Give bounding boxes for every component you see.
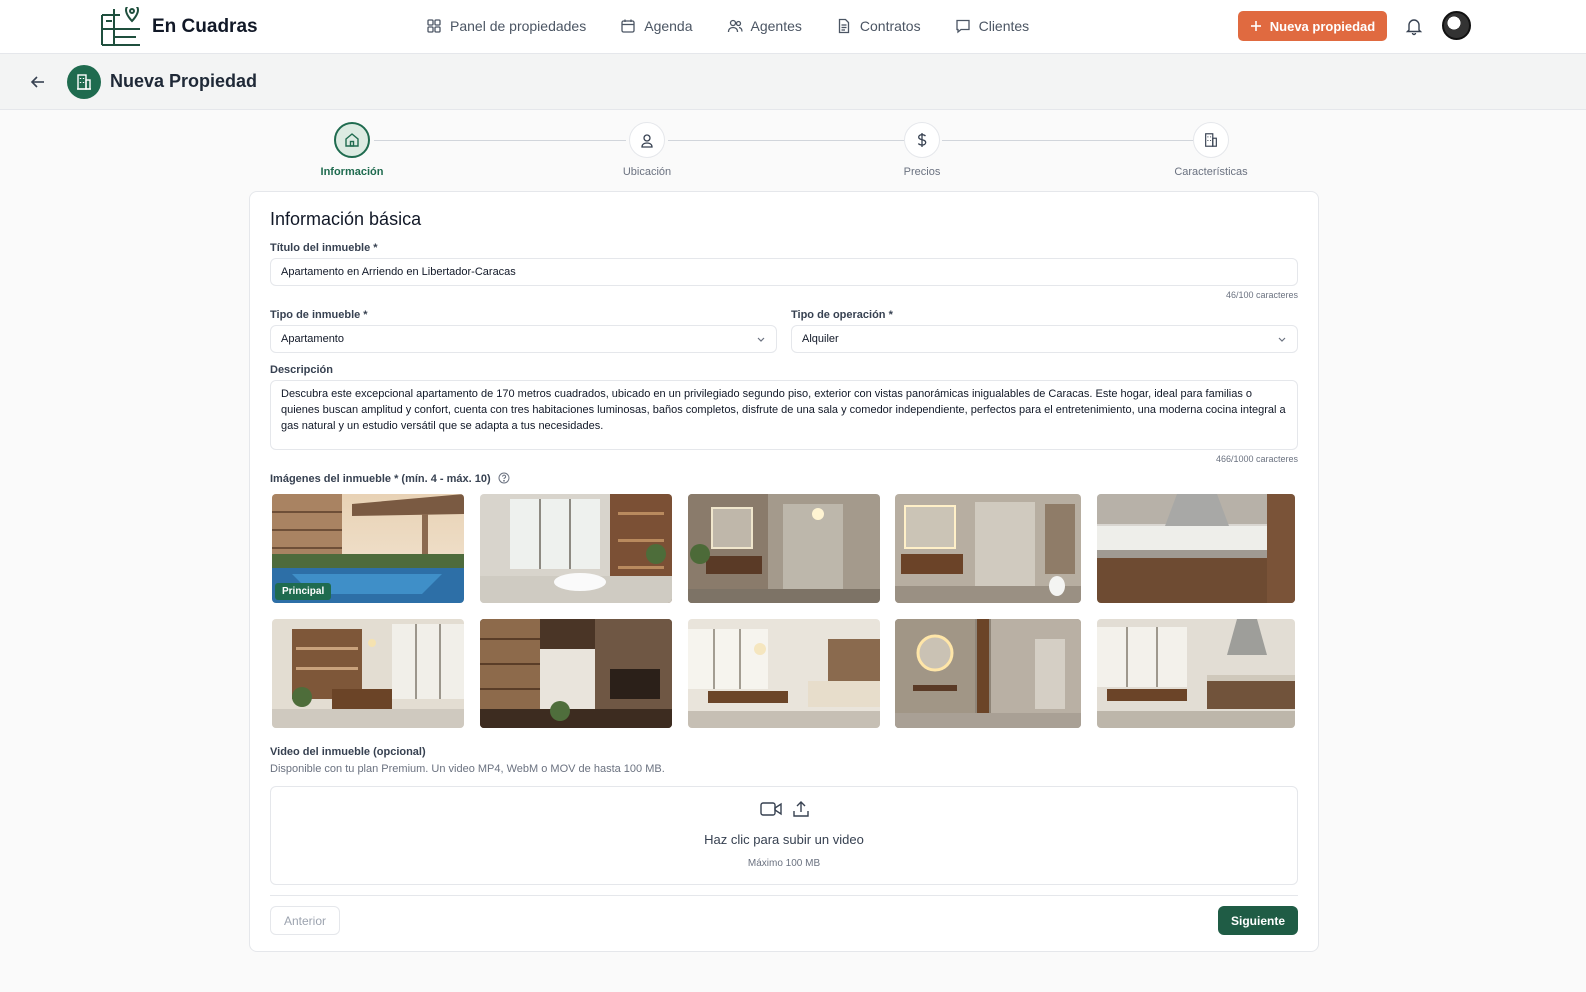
help-circle-icon[interactable] [498,472,510,484]
kitchen-image [1097,494,1295,603]
avatar[interactable] [1442,11,1471,40]
users-icon [727,19,743,33]
property-image[interactable] [895,619,1081,728]
step-label: Ubicación [622,166,672,178]
hallway-mirror-image [895,619,1081,728]
property-image[interactable] [1097,619,1295,728]
operation-type-select[interactable]: Alquiler [791,325,1298,353]
property-type-label: Tipo de inmueble * [270,309,368,321]
property-image[interactable] [480,619,672,728]
new-property-button[interactable]: Nueva propiedad [1238,11,1387,41]
page-title: Nueva Propiedad [110,71,258,91]
study-office-image [272,619,464,728]
title-label: Título del inmueble * [270,242,378,254]
step-circle [904,122,940,158]
living-entrance-image [480,619,672,728]
calendar-icon [621,19,635,33]
property-image[interactable] [688,494,880,603]
kitchen-dining-image [1097,619,1295,728]
chevron-down-icon [757,337,765,342]
step-label: Precios [903,166,941,178]
step-circle [629,122,665,158]
form-stepper: Información Ubicación Precios Caracterís… [250,122,1318,182]
step-label: Información [320,166,384,178]
brand-name: En Cuadras [152,16,258,37]
nav-item-label: Agentes [750,18,802,34]
chat-icon [955,19,970,34]
nav-item-clientes[interactable]: Clientes [955,14,1030,38]
chevron-down-icon [1278,337,1286,342]
bell-icon[interactable] [1404,16,1424,36]
step-label: Características [1174,166,1248,178]
step-caracteristicas[interactable]: Características [1141,122,1281,178]
title-input-value: Apartamento en Arriendo en Libertador-Ca… [281,266,516,278]
property-image[interactable] [272,619,464,728]
operation-type-value: Alquiler [802,333,839,345]
description-counter: 466/1000 caracteres [1215,454,1298,464]
arrow-left-icon[interactable] [28,72,48,92]
brand[interactable]: En Cuadras [100,6,258,48]
property-image[interactable] [895,494,1081,603]
title-counter: 46/100 caracteres [1225,290,1298,300]
map-grid-logo-icon [101,7,140,46]
dollar-icon [917,133,927,147]
bedroom-dining-image [688,619,880,728]
property-image[interactable] [1097,494,1295,603]
video-description: Disponible con tu plan Premium. Un video… [270,763,665,775]
step-circle [334,122,370,158]
property-header-badge [67,65,101,99]
upload-icon [793,801,809,817]
description-label: Descripción [270,364,333,376]
step-precios[interactable]: Precios [852,122,992,178]
nav-item-panel[interactable]: Panel de propiedades [426,14,586,38]
new-property-label: Nueva propiedad [1269,18,1376,34]
images-label-text: Imágenes del inmueble * (mín. 4 - máx. 1… [270,473,491,485]
dropzone-title: Haz clic para subir un video [704,832,864,847]
section-title: Información básica [270,209,422,229]
top-navbar: En Cuadras Panel de propiedades Agenda A… [0,0,1586,54]
dropzone-icons [760,800,810,818]
property-type-select[interactable]: Apartamento [270,325,777,353]
nav-item-label: Contratos [859,18,921,34]
plus-icon [1250,21,1261,31]
next-button[interactable]: Siguiente [1218,906,1298,935]
step-ubicacion[interactable]: Ubicación [577,122,717,178]
step-circle [1193,122,1229,158]
video-camera-icon [760,802,782,816]
images-label: Imágenes del inmueble * (mín. 4 - máx. 1… [270,472,510,485]
nav-item-contratos[interactable]: Contratos [836,14,921,38]
operation-type-label: Tipo de operación * [791,309,893,321]
building-icon [1205,133,1217,147]
dropzone-subtitle: Máximo 100 MB [747,858,821,869]
main-nav: Panel de propiedades Agenda Agentes Cont… [426,14,1063,38]
principal-badge: Principal [275,583,332,600]
document-icon [838,18,850,34]
title-input[interactable]: Apartamento en Arriendo en Libertador-Ca… [270,258,1298,286]
footer-divider [270,895,1298,896]
nav-item-label: Agenda [644,18,693,34]
nav-item-agenda[interactable]: Agenda [620,14,693,38]
nav-item-label: Panel de propiedades [450,18,587,34]
building-icon [77,74,91,90]
bathroom-tub-image [480,494,672,603]
video-label: Video del inmueble (opcional) [270,746,426,758]
basic-info-card: Información básica Título del inmueble *… [249,191,1319,952]
property-image[interactable] [688,619,880,728]
property-type-value: Apartamento [281,333,344,345]
step-informacion[interactable]: Información [282,122,422,178]
location-pin-icon [641,134,653,148]
property-image[interactable] [480,494,672,603]
page-header: Nueva Propiedad [0,54,1586,110]
nav-item-agentes[interactable]: Agentes [727,14,802,38]
previous-button[interactable]: Anterior [270,906,340,935]
bathroom-vanity-image [688,494,880,603]
property-image[interactable]: Principal [272,494,464,603]
grid-icon [427,19,441,33]
bathroom-shower-image [895,494,1081,603]
home-icon [345,133,359,147]
nav-item-label: Clientes [978,18,1030,34]
video-upload-dropzone[interactable]: Haz clic para subir un video Máximo 100 … [270,786,1298,885]
description-textarea[interactable]: Descubra este excepcional apartamento de… [270,380,1298,450]
